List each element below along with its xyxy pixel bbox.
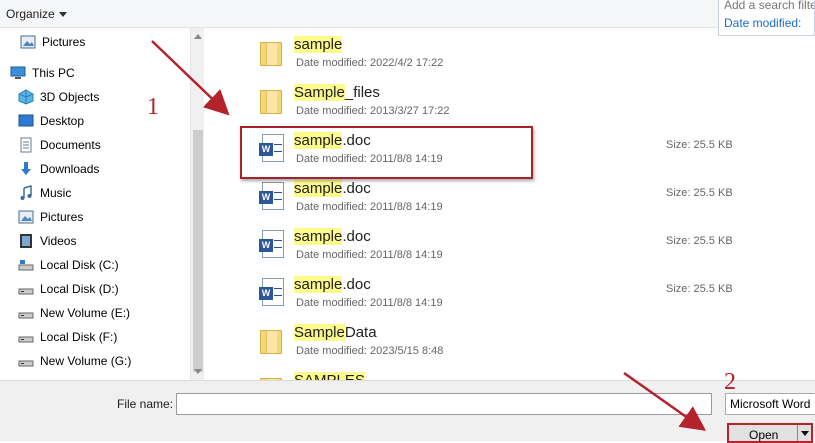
nav-item-label: Local Disk (C:) — [40, 258, 119, 272]
annotation-step-1: 1 — [147, 94, 159, 120]
file-dialog-footer: File name: Microsoft Word Open — [0, 380, 815, 443]
pictures-icon — [20, 34, 36, 50]
drive-icon — [18, 281, 34, 297]
file-size: Size: 25.5 KB — [666, 187, 733, 199]
drive-icon — [18, 305, 34, 321]
file-item[interactable]: W sample.doc Date modified: 2011/8/8 14:… — [204, 172, 815, 220]
file-name-input[interactable] — [176, 393, 712, 415]
pictures-icon — [18, 209, 34, 225]
organize-label: Organize — [6, 7, 55, 21]
nav-item-downloads[interactable]: Downloads — [18, 158, 99, 180]
open-button[interactable]: Open — [727, 423, 813, 443]
word-document-icon: W — [258, 134, 286, 164]
file-date: Date modified: 2013/3/27 17:22 — [296, 105, 450, 117]
nav-item-label: Downloads — [40, 162, 100, 176]
3d-objects-icon — [18, 89, 34, 105]
nav-item-label: Music — [40, 186, 72, 200]
scroll-down-icon[interactable] — [194, 369, 202, 374]
file-name: SampleData — [294, 324, 377, 341]
scrollbar-thumb[interactable] — [193, 130, 203, 372]
file-item[interactable]: SampleData Date modified: 2023/5/15 8:48 — [204, 316, 815, 364]
nav-item-label: Desktop — [40, 114, 85, 128]
nav-item-music[interactable]: Music — [18, 182, 71, 204]
chevron-down-icon — [58, 12, 67, 18]
nav-item-label: New Volume (E:) — [40, 306, 131, 320]
nav-item-documents[interactable]: Documents — [18, 134, 101, 156]
file-name-label: File name: — [117, 397, 174, 411]
navigation-scrollbar[interactable] — [190, 28, 204, 380]
file-item[interactable]: W sample.doc Date modified: 2011/8/8 14:… — [204, 220, 815, 268]
nav-item-desktop[interactable]: Desktop — [18, 110, 84, 132]
file-date: Date modified: 2023/5/15 8:48 — [296, 345, 444, 357]
file-list: sample Date modified: 2022/4/2 17:22 Sam… — [204, 28, 815, 380]
nav-item-pictures[interactable]: Pictures — [18, 206, 83, 228]
nav-item-label: Pictures — [42, 35, 86, 49]
annotation-step-2: 2 — [724, 369, 736, 395]
file-date: Date modified: 2011/8/8 14:19 — [296, 201, 443, 213]
nav-item-local-disk-c[interactable]: Local Disk (C:) — [18, 254, 119, 276]
file-name: sample — [294, 36, 343, 53]
drive-icon — [18, 257, 34, 273]
file-size: Size: 25.5 KB — [666, 235, 733, 247]
music-icon — [18, 185, 34, 201]
organize-menu-button[interactable]: Organize — [6, 7, 67, 21]
folder-icon — [258, 86, 286, 116]
drive-icon — [18, 353, 34, 369]
nav-item-label: Videos — [40, 234, 77, 248]
file-item[interactable]: W sample.doc Date modified: 2011/8/8 14:… — [204, 124, 815, 172]
file-name: sample.doc — [294, 276, 371, 293]
word-document-icon: W — [258, 182, 286, 212]
downloads-icon — [18, 161, 34, 177]
file-date: Date modified: 2011/8/8 14:19 — [296, 297, 443, 309]
nav-item-videos[interactable]: Videos — [18, 230, 76, 252]
nav-item-local-disk-d[interactable]: Local Disk (D:) — [18, 278, 119, 300]
scroll-up-icon[interactable] — [194, 34, 202, 39]
nav-item-label: New Volume (G:) — [40, 354, 132, 368]
drive-icon — [18, 329, 34, 345]
search-filter-dropdown: Add a search filte Date modified: — [718, 0, 815, 36]
nav-item-3d-objects[interactable]: 3D Objects — [18, 86, 99, 108]
file-type-select[interactable]: Microsoft Word — [725, 393, 815, 415]
file-name: sample.doc — [294, 228, 371, 245]
file-item[interactable]: W sample.doc Date modified: 2011/8/8 14:… — [204, 268, 815, 316]
file-size: Size: 25.5 KB — [666, 283, 733, 295]
nav-item-new-volume-g[interactable]: New Volume (G:) — [18, 350, 131, 372]
nav-item-local-disk-f[interactable]: Local Disk (F:) — [18, 326, 117, 348]
chevron-down-icon[interactable] — [801, 431, 809, 436]
file-name: Sample_files — [294, 84, 380, 101]
nav-item-label: Local Disk (D:) — [40, 282, 119, 296]
nav-item-this-pc[interactable]: This PC — [10, 62, 75, 84]
file-date: Date modified: 2022/4/2 17:22 — [296, 57, 444, 69]
file-name: sample.doc — [294, 180, 371, 197]
desktop-icon — [18, 113, 34, 129]
nav-item-new-volume-e[interactable]: New Volume (E:) — [18, 302, 130, 324]
nav-item-label: Documents — [40, 138, 101, 152]
nav-item-label: Pictures — [40, 210, 84, 224]
computer-icon — [10, 65, 26, 81]
split-divider — [797, 425, 798, 441]
command-bar: Organize — [0, 0, 815, 28]
nav-item-label: This PC — [32, 66, 75, 80]
file-name: SAMPLES — [294, 372, 365, 380]
folder-icon — [258, 326, 286, 356]
navigation-pane: Pictures This PC 3D Objects Desktop Docu… — [0, 28, 190, 380]
open-button-label: Open — [749, 428, 779, 442]
nav-item-label: 3D Objects — [40, 90, 100, 104]
word-document-icon: W — [258, 278, 286, 308]
documents-icon — [18, 137, 34, 153]
nav-item-label: Local Disk (F:) — [40, 330, 118, 344]
nav-item-pictures-quick[interactable]: Pictures — [20, 31, 85, 53]
word-document-icon: W — [258, 230, 286, 260]
file-name: sample.doc — [294, 132, 371, 149]
file-item[interactable]: Sample_files Date modified: 2013/3/27 17… — [204, 76, 815, 124]
file-date: Date modified: 2011/8/8 14:19 — [296, 153, 443, 165]
videos-icon — [18, 233, 34, 249]
file-size: Size: 25.5 KB — [666, 139, 733, 151]
search-filter-hint: Add a search filte — [724, 0, 815, 12]
folder-icon — [258, 38, 286, 68]
date-modified-filter-link[interactable]: Date modified: — [724, 16, 801, 30]
file-date: Date modified: 2011/8/8 14:19 — [296, 249, 443, 261]
